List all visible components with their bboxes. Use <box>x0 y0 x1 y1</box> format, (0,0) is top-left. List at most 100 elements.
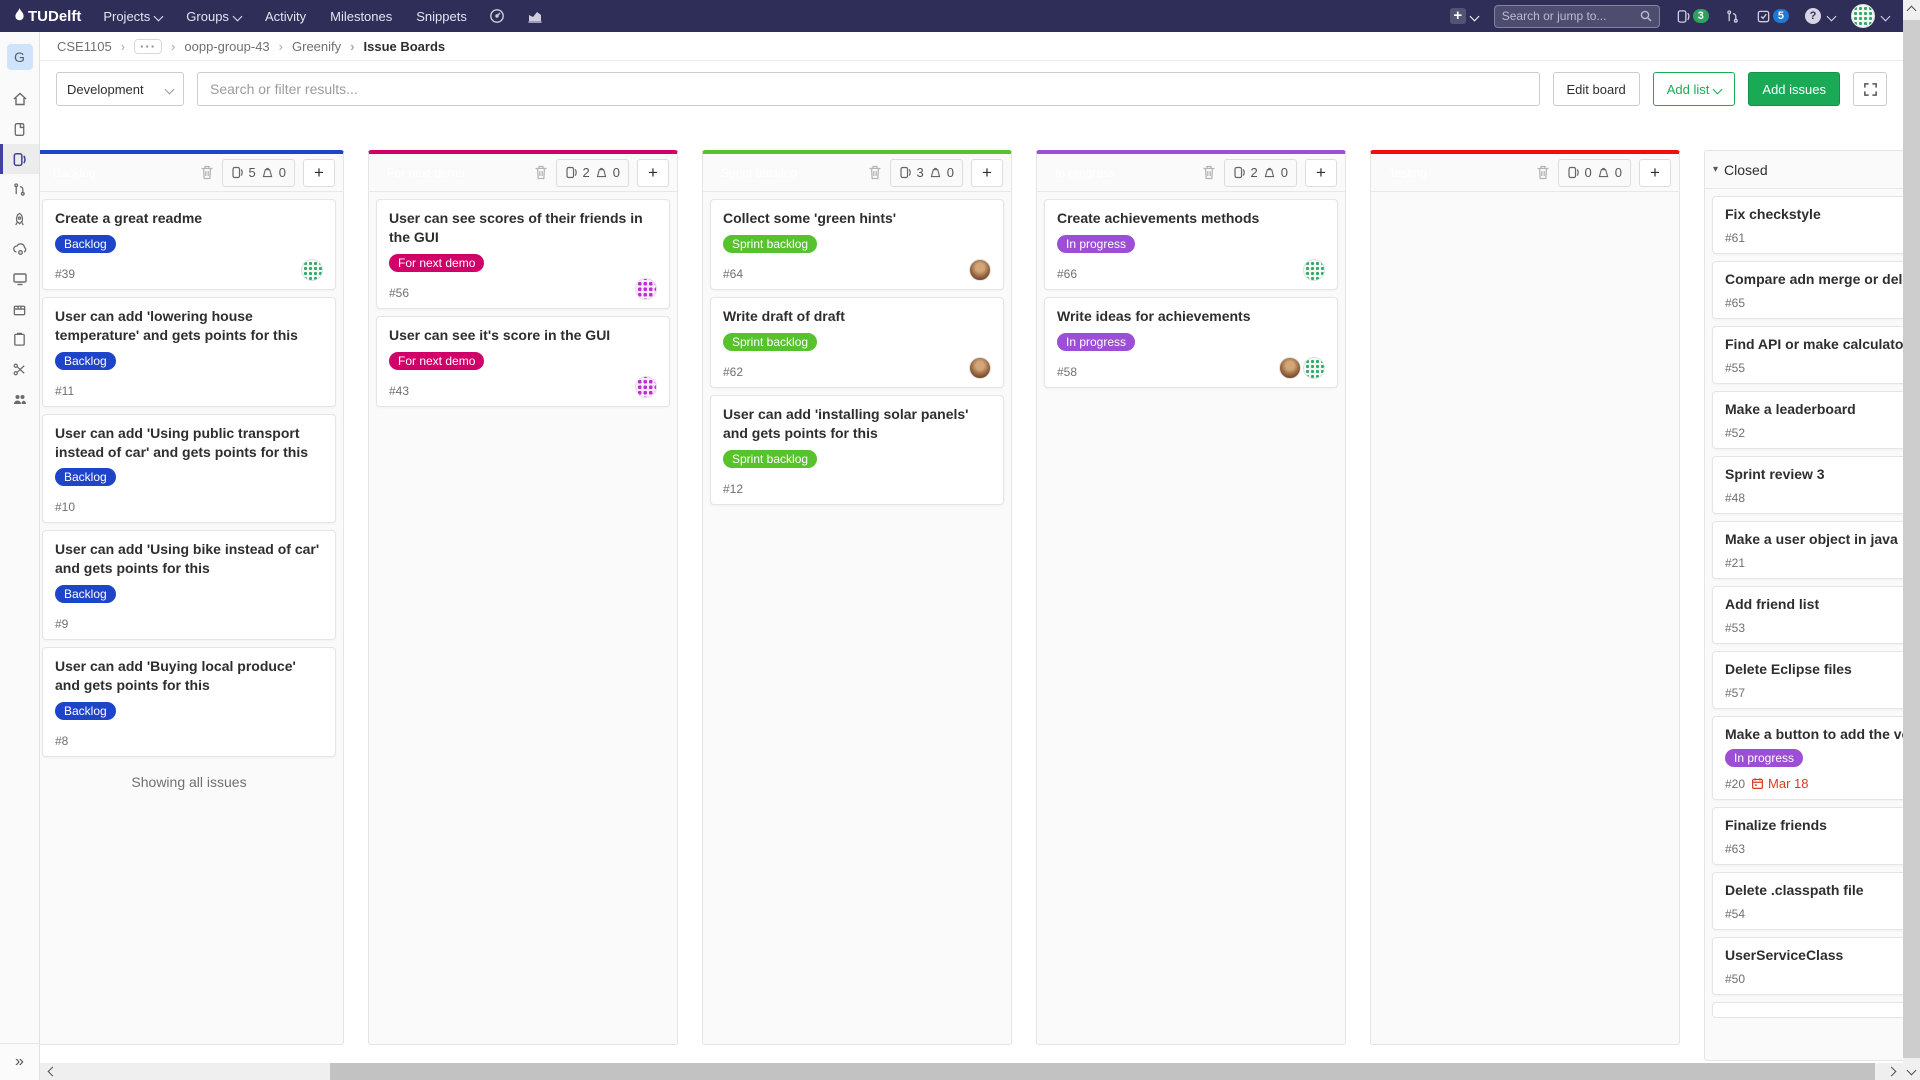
project-avatar[interactable]: G <box>7 44 33 70</box>
delete-list-icon[interactable] <box>1202 165 1216 180</box>
closed-column-title[interactable]: ▾ Closed <box>1713 162 1768 178</box>
sidebar-item-metrics[interactable] <box>0 264 39 294</box>
sidebar-item-cicd[interactable] <box>0 204 39 234</box>
nav-groups[interactable]: Groups <box>186 9 241 24</box>
issue-card[interactable]: User can see scores of their friends in … <box>376 199 670 309</box>
issue-label[interactable]: Backlog <box>55 352 116 370</box>
issue-label[interactable]: For next demo <box>389 352 484 370</box>
breadcrumb-ellipsis-button[interactable]: ··· <box>134 39 162 54</box>
board-switcher-dropdown[interactable]: Development <box>56 72 184 106</box>
nav-activity[interactable]: Activity <box>265 9 306 24</box>
todos-button[interactable]: 5 <box>1756 9 1789 24</box>
sidebar-collapse-toggle[interactable]: » <box>0 1043 39 1080</box>
identicon-green-avatar[interactable] <box>301 259 323 281</box>
issue-card[interactable]: Collect some 'green hints' Sprint backlo… <box>710 199 1004 290</box>
issue-card[interactable]: User can add 'Using bike instead of car'… <box>42 530 336 640</box>
add-issue-to-list-button[interactable]: + <box>303 159 335 187</box>
global-search-input[interactable]: Search or jump to... <box>1494 5 1660 28</box>
closed-issue-card[interactable]: Sprint review 3 #48 <box>1712 456 1903 514</box>
closed-issue-card[interactable]: Finalize friends #63 <box>1712 807 1903 865</box>
issue-card[interactable]: User can add 'installing solar panels' a… <box>710 395 1004 505</box>
user-menu-button[interactable] <box>1851 4 1889 28</box>
issue-label[interactable]: Sprint backlog <box>723 333 817 351</box>
user-photo-avatar[interactable] <box>1279 357 1301 379</box>
scroll-down-arrow[interactable] <box>1903 1063 1920 1080</box>
issue-card[interactable]: User can see it's score in the GUI For n… <box>376 316 670 407</box>
identicon-green-avatar[interactable] <box>1303 259 1325 281</box>
delete-list-icon[interactable] <box>534 165 548 180</box>
closed-issue-card[interactable]: Add friend list #53 <box>1712 586 1903 644</box>
identicon-purple-avatar[interactable] <box>635 376 657 398</box>
column-label[interactable]: For next demo <box>377 163 474 183</box>
issue-label[interactable]: Backlog <box>55 468 116 486</box>
closed-issue-card[interactable]: Find API or make calculator for CO2 #55 <box>1712 326 1903 384</box>
horizontal-scrollbar-thumb[interactable] <box>330 1063 1875 1080</box>
nav-snippets[interactable]: Snippets <box>416 9 467 24</box>
issue-card[interactable]: Create achievements methods In progress … <box>1044 199 1338 290</box>
edit-board-button[interactable]: Edit board <box>1553 72 1640 106</box>
add-issues-button[interactable]: Add issues <box>1748 72 1840 106</box>
issue-label[interactable]: Backlog <box>55 702 116 720</box>
sidebar-item-packages[interactable] <box>0 294 39 324</box>
user-photo-avatar[interactable] <box>969 259 991 281</box>
vertical-scrollbar[interactable] <box>1903 0 1920 1080</box>
issue-card[interactable]: Create a great readme Backlog #39 <box>42 199 336 290</box>
delete-list-icon[interactable] <box>868 165 882 180</box>
column-label[interactable]: Backlog <box>43 163 106 183</box>
sidebar-item-snippets[interactable] <box>0 354 39 384</box>
add-issue-to-list-button[interactable]: + <box>1305 159 1337 187</box>
add-issue-to-list-button[interactable]: + <box>1639 159 1671 187</box>
closed-issue-card[interactable] <box>1712 1002 1903 1018</box>
operations-dashboard-icon[interactable] <box>489 8 505 24</box>
add-issue-to-list-button[interactable]: + <box>971 159 1003 187</box>
closed-issue-card[interactable]: UserServiceClass #50 <box>1712 937 1903 995</box>
issue-label[interactable]: In progress <box>1057 235 1135 253</box>
horizontal-scrollbar[interactable] <box>40 1063 1903 1080</box>
column-label[interactable]: In progress <box>1045 163 1125 183</box>
issue-card[interactable]: User can add 'lowering house temperature… <box>42 297 336 407</box>
scroll-right-arrow[interactable] <box>1884 1063 1901 1080</box>
nav-milestones[interactable]: Milestones <box>330 9 392 24</box>
issue-card[interactable]: User can add 'Using public transport ins… <box>42 414 336 524</box>
sidebar-item-wiki[interactable] <box>0 324 39 354</box>
breadcrumb-subgroup[interactable]: oopp-group-43 <box>162 39 270 54</box>
analytics-chart-icon[interactable] <box>527 8 543 24</box>
issue-card[interactable]: Write ideas for achievements In progress… <box>1044 297 1338 388</box>
breadcrumb-group[interactable]: CSE1105 <box>57 39 112 54</box>
tudelft-logo[interactable]: TUDelft <box>14 8 81 25</box>
filter-issues-input[interactable] <box>197 72 1540 106</box>
scroll-left-arrow[interactable] <box>42 1063 59 1080</box>
sidebar-item-overview[interactable] <box>0 84 39 114</box>
nav-projects[interactable]: Projects <box>103 9 162 24</box>
delete-list-icon[interactable] <box>200 165 214 180</box>
issue-label[interactable]: Sprint backlog <box>723 450 817 468</box>
sidebar-item-merge-requests[interactable] <box>0 174 39 204</box>
user-photo-avatar[interactable] <box>969 357 991 379</box>
breadcrumb-project[interactable]: Greenify <box>270 39 341 54</box>
column-label[interactable]: Testing <box>1379 163 1437 183</box>
issue-label[interactable]: For next demo <box>389 254 484 272</box>
closed-issue-card[interactable]: Compare adn merge or delete old b #65 <box>1712 261 1903 319</box>
issue-card[interactable]: User can add 'Buying local produce' and … <box>42 647 336 757</box>
sidebar-item-operations[interactable] <box>0 234 39 264</box>
issue-label[interactable]: Sprint backlog <box>723 235 817 253</box>
sidebar-item-issues[interactable] <box>0 144 39 174</box>
add-issue-to-list-button[interactable]: + <box>637 159 669 187</box>
identicon-green-avatar[interactable] <box>1303 357 1325 379</box>
issue-label[interactable]: In progress <box>1057 333 1135 351</box>
sidebar-item-repository[interactable] <box>0 114 39 144</box>
closed-issue-card[interactable]: Make a button to add the vegetarian In p… <box>1712 716 1903 800</box>
vertical-scrollbar-thumb[interactable] <box>1903 20 1920 1058</box>
scroll-up-arrow[interactable] <box>1903 0 1920 17</box>
help-menu-button[interactable]: ? <box>1805 8 1835 24</box>
issues-dashboard-button[interactable]: 3 <box>1676 9 1709 24</box>
closed-issue-card[interactable]: Make a user object in java #21 <box>1712 521 1903 579</box>
merge-requests-button[interactable] <box>1725 9 1740 24</box>
add-list-button[interactable]: Add list <box>1653 72 1736 106</box>
column-label[interactable]: Sprint backlog <box>711 163 807 183</box>
issue-label[interactable]: Backlog <box>55 235 116 253</box>
identicon-purple-avatar[interactable] <box>635 278 657 300</box>
sidebar-item-members[interactable] <box>0 384 39 414</box>
closed-issue-card[interactable]: Fix checkstyle #61 <box>1712 196 1903 254</box>
fullscreen-button[interactable] <box>1853 72 1887 106</box>
